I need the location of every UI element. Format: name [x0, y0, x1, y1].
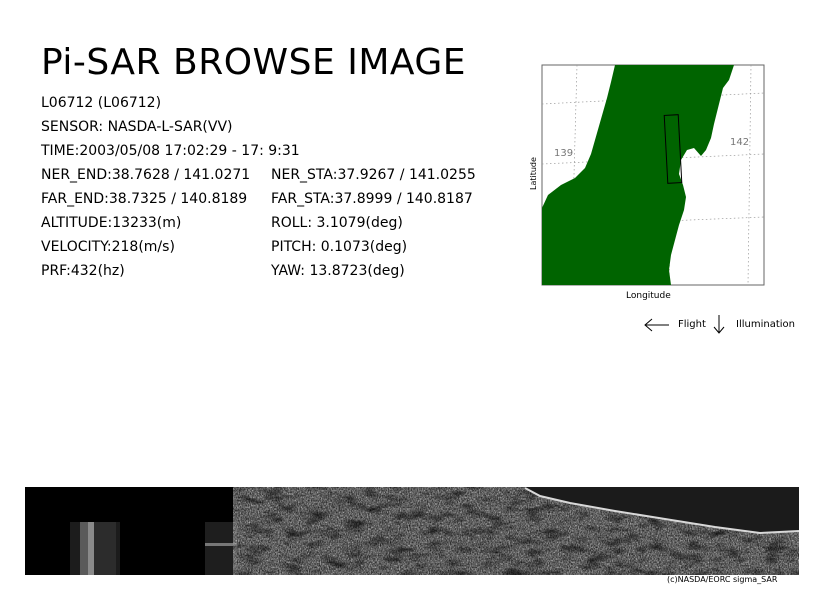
- direction-legend: Flight Illumination: [644, 315, 795, 334]
- far-end-coords: FAR_END:38.7325 / 140.8189: [41, 191, 248, 207]
- page-title: Pi-SAR BROWSE IMAGE: [41, 42, 467, 83]
- latitude-axis-label: Latitude: [529, 157, 538, 190]
- near-end-coords: NER_END:38.7628 / 141.0271: [41, 167, 251, 183]
- yaw-value: YAW: 13.8723(deg): [271, 263, 405, 279]
- copyright-credit: (c)NASDA/EORC sigma_SAR: [667, 575, 778, 584]
- illumination-label: Illumination: [736, 319, 795, 330]
- altitude-value: ALTITUDE:13233(m): [41, 215, 182, 231]
- prf-value: PRF:432(hz): [41, 263, 125, 279]
- lon-label-142: 142: [730, 137, 749, 148]
- scene-id: L06712 (L06712): [41, 95, 162, 111]
- flight-arrow-icon: [644, 318, 669, 332]
- longitude-axis-label: Longitude: [626, 291, 671, 301]
- sar-image-strip: [25, 487, 799, 575]
- location-map: 139 142 Latitude Longitude: [529, 64, 765, 301]
- far-start-coords: FAR_STA:37.8999 / 140.8187: [271, 191, 473, 207]
- flight-label: Flight: [678, 319, 706, 330]
- roll-value: ROLL: 3.1079(deg): [271, 215, 403, 231]
- acquisition-time: TIME:2003/05/08 17:02:29 - 17: 9:31: [41, 143, 300, 159]
- lon-label-139: 139: [554, 148, 573, 159]
- velocity-value: VELOCITY:218(m/s): [41, 239, 175, 255]
- pitch-value: PITCH: 0.1073(deg): [271, 239, 408, 255]
- near-start-coords: NER_STA:37.9267 / 141.0255: [271, 167, 476, 183]
- sensor-info: SENSOR: NASDA-L-SAR(VV): [41, 119, 233, 135]
- illumination-arrow-icon: [713, 315, 725, 334]
